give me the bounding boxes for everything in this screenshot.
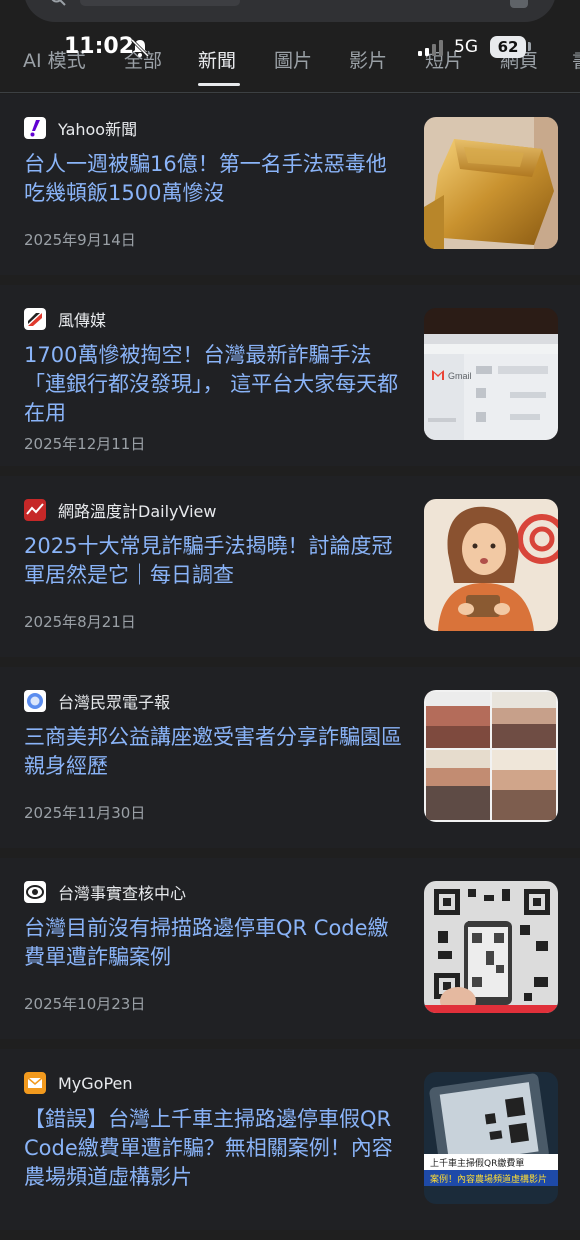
news-thumbnail[interactable]: Gmail xyxy=(424,308,558,440)
news-card[interactable]: 台灣事實查核中心 台灣目前沒有掃描路邊停車QR Code繳費單遭詐騙案例 202… xyxy=(0,858,580,1039)
event-photo-collage xyxy=(424,690,558,822)
news-date: 2025年11月30日 xyxy=(24,804,146,822)
qr-code-phone-image xyxy=(424,881,558,1013)
news-headline[interactable]: 台人一週被騙16億！第一名手法惡毒他吃幾頓飯1500萬慘沒 xyxy=(24,150,402,208)
gmail-wordmark: Gmail xyxy=(448,371,472,381)
news-date: 2025年9月14日 xyxy=(24,231,136,249)
news-source: Yahoo新聞 xyxy=(24,116,137,140)
signal-icon xyxy=(418,40,443,56)
worried-woman-illustration xyxy=(424,499,558,631)
thumbnail-caption: 上千車主掃假QR繳費單 xyxy=(430,1157,524,1169)
news-source: 台灣事實查核中心 xyxy=(24,880,186,904)
storm-media-icon xyxy=(24,308,46,330)
news-headline[interactable]: 三商美邦公益講座邀受害者分享詐騙園區親身經歷 xyxy=(24,723,402,781)
news-headline[interactable]: 2025十大常見詐騙手法揭曉！討論度冠軍居然是它｜每日調查 xyxy=(24,532,402,590)
divider xyxy=(0,92,580,93)
news-thumbnail[interactable] xyxy=(424,499,558,631)
tfc-factcheck-icon xyxy=(24,881,46,903)
news-card[interactable]: Yahoo新聞 台人一週被騙16億！第一名手法惡毒他吃幾頓飯1500萬慘沒 20… xyxy=(0,94,580,275)
news-card[interactable]: MyGoPen 【錯誤】台灣上千車主掃路邊停車假QR Code繳費單遭詐騙？無相… xyxy=(0,1049,580,1230)
news-thumbnail[interactable] xyxy=(424,690,558,822)
news-source: 風傳媒 xyxy=(24,307,106,331)
news-date: 2025年8月21日 xyxy=(24,613,136,631)
battery-level: 62 xyxy=(490,36,526,58)
search-icon xyxy=(51,0,66,6)
news-card[interactable]: 台灣民眾電子報 三商美邦公益講座邀受害者分享詐騙園區親身經歷 2025年11月3… xyxy=(0,667,580,848)
news-thumbnail[interactable]: 上千車主掃假QR繳費單 案例！內容農場頻道虛構影片 xyxy=(424,1072,558,1204)
news-results: Yahoo新聞 台人一週被騙16億！第一名手法惡毒他吃幾頓飯1500萬慘沒 20… xyxy=(0,94,580,1240)
gold-bar-image xyxy=(424,117,558,249)
mygopen-icon xyxy=(24,1072,46,1094)
news-card[interactable]: 網路溫度計DailyView 2025十大常見詐騙手法揭曉！討論度冠軍居然是它｜… xyxy=(0,476,580,657)
news-source: 台灣民眾電子報 xyxy=(24,689,170,713)
network-type: 5G xyxy=(454,37,478,57)
taiwan-people-news-icon xyxy=(24,690,46,712)
mygopen-qr-image: 上千車主掃假QR繳費單 案例！內容農場頻道虛構影片 xyxy=(424,1072,558,1204)
bell-muted-icon xyxy=(130,38,150,58)
yahoo-news-icon xyxy=(24,117,46,139)
news-card[interactable]: 風傳媒 1700萬慘被掏空！台灣最新詐騙手法「連銀行都沒發現」， 這平台大家每天… xyxy=(0,285,580,466)
search-bar[interactable] xyxy=(24,0,556,22)
news-thumbnail[interactable] xyxy=(424,117,558,249)
news-headline[interactable]: 1700萬慘被掏空！台灣最新詐騙手法「連銀行都沒發現」， 這平台大家每天都在用 xyxy=(24,341,402,428)
news-date: 2025年12月11日 xyxy=(24,435,146,453)
status-time: 11:02 xyxy=(64,34,135,59)
dailyview-icon xyxy=(24,499,46,521)
news-thumbnail[interactable] xyxy=(424,881,558,1013)
active-tab-indicator xyxy=(198,83,240,86)
news-headline[interactable]: 【錯誤】台灣上千車主掃路邊停車假QR Code繳費單遭詐騙？無相關案例！內容農場… xyxy=(24,1105,402,1192)
camera-icon[interactable] xyxy=(510,0,528,8)
status-bar: 11:02 5G 62 xyxy=(0,30,580,66)
thumbnail-caption: 案例！內容農場頻道虛構影片 xyxy=(430,1173,547,1185)
gmail-screenshot-image: Gmail xyxy=(424,308,558,440)
search-query xyxy=(80,0,240,6)
news-source: 網路溫度計DailyView xyxy=(24,498,216,522)
battery-cap xyxy=(528,42,531,51)
news-headline[interactable]: 台灣目前沒有掃描路邊停車QR Code繳費單遭詐騙案例 xyxy=(24,914,402,972)
news-date: 2025年10月23日 xyxy=(24,995,146,1013)
news-source: MyGoPen xyxy=(24,1071,133,1095)
